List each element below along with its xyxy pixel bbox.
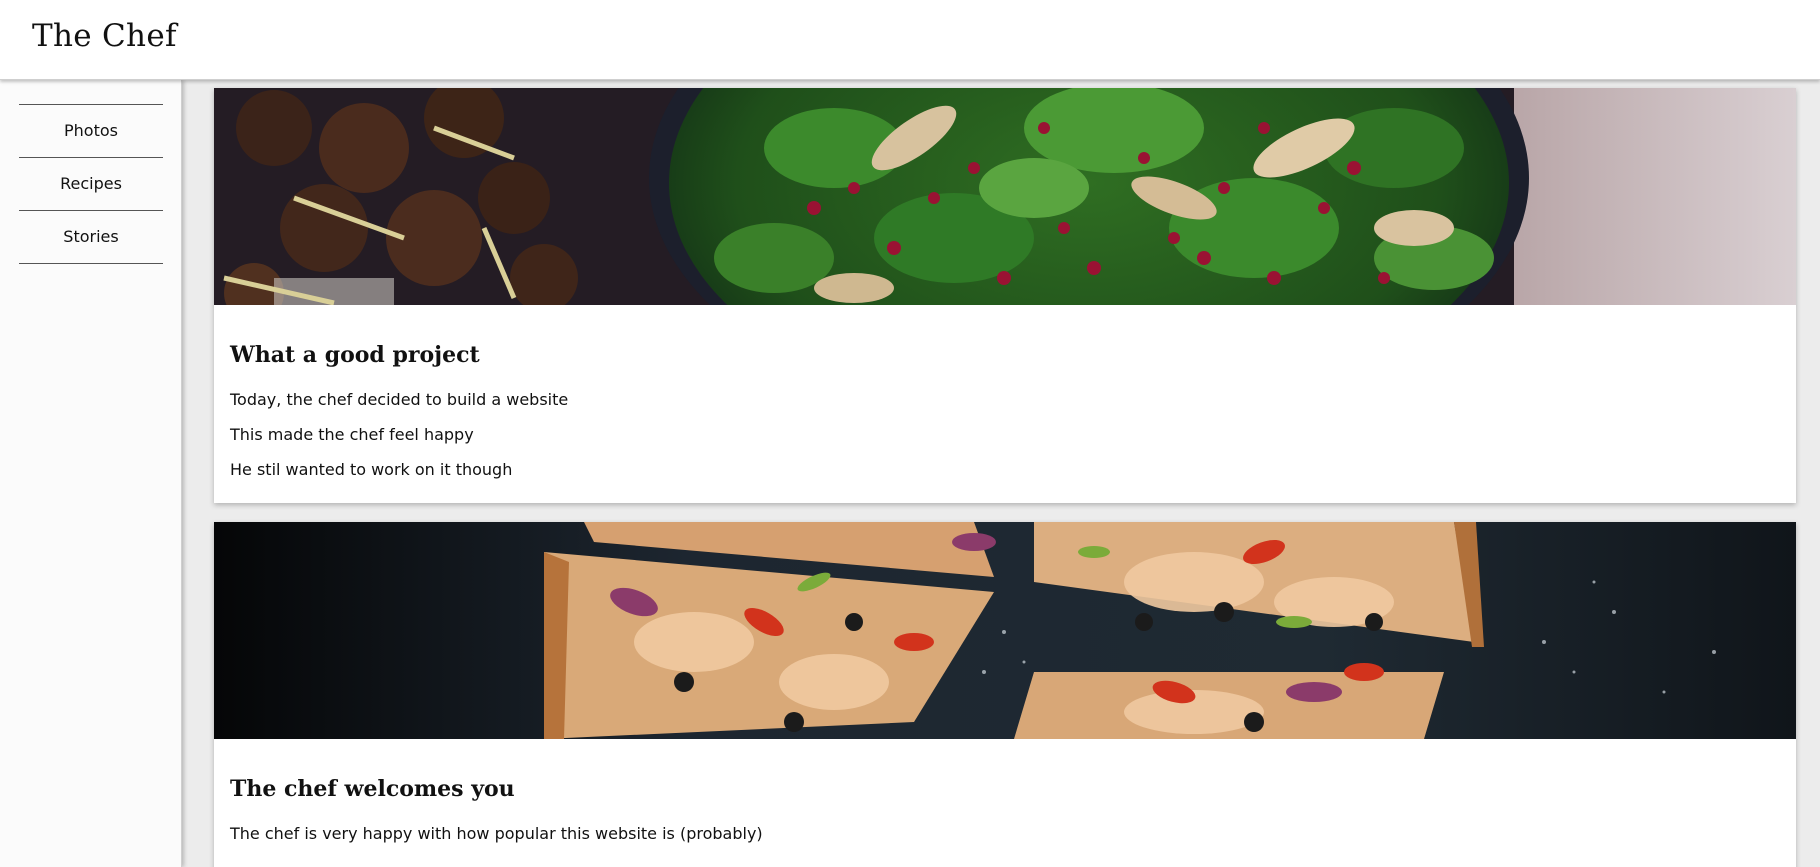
post-body: The chef is very happy with how popular …: [230, 824, 763, 859]
main-content: What a good project Today, the chef deci…: [182, 80, 1820, 867]
post-paragraph: The chef is very happy with how popular …: [230, 824, 763, 843]
post-paragraph: He stil wanted to work on it though: [230, 460, 513, 479]
post-paragraph: This made the chef feel happy: [230, 425, 474, 444]
sidebar-nav-list: Photos Recipes Stories: [19, 104, 163, 264]
sidebar: Photos Recipes Stories: [0, 80, 182, 867]
post-title: The chef welcomes you: [230, 776, 515, 802]
pizza-photo: [214, 522, 1796, 739]
post-body: Today, the chef decided to build a websi…: [230, 390, 568, 495]
sidebar-item-recipes[interactable]: Recipes: [19, 158, 163, 211]
post-title: What a good project: [230, 342, 480, 368]
site-header: The Chef: [0, 0, 1820, 80]
sidebar-item-stories[interactable]: Stories: [19, 211, 163, 264]
salad-photo: [214, 88, 1796, 305]
site-title: The Chef: [32, 18, 177, 54]
sidebar-item-photos[interactable]: Photos: [19, 105, 163, 158]
post-card: The chef welcomes you The chef is very h…: [214, 522, 1796, 867]
post-paragraph: Today, the chef decided to build a websi…: [230, 390, 569, 409]
post-card: What a good project Today, the chef deci…: [214, 88, 1796, 503]
